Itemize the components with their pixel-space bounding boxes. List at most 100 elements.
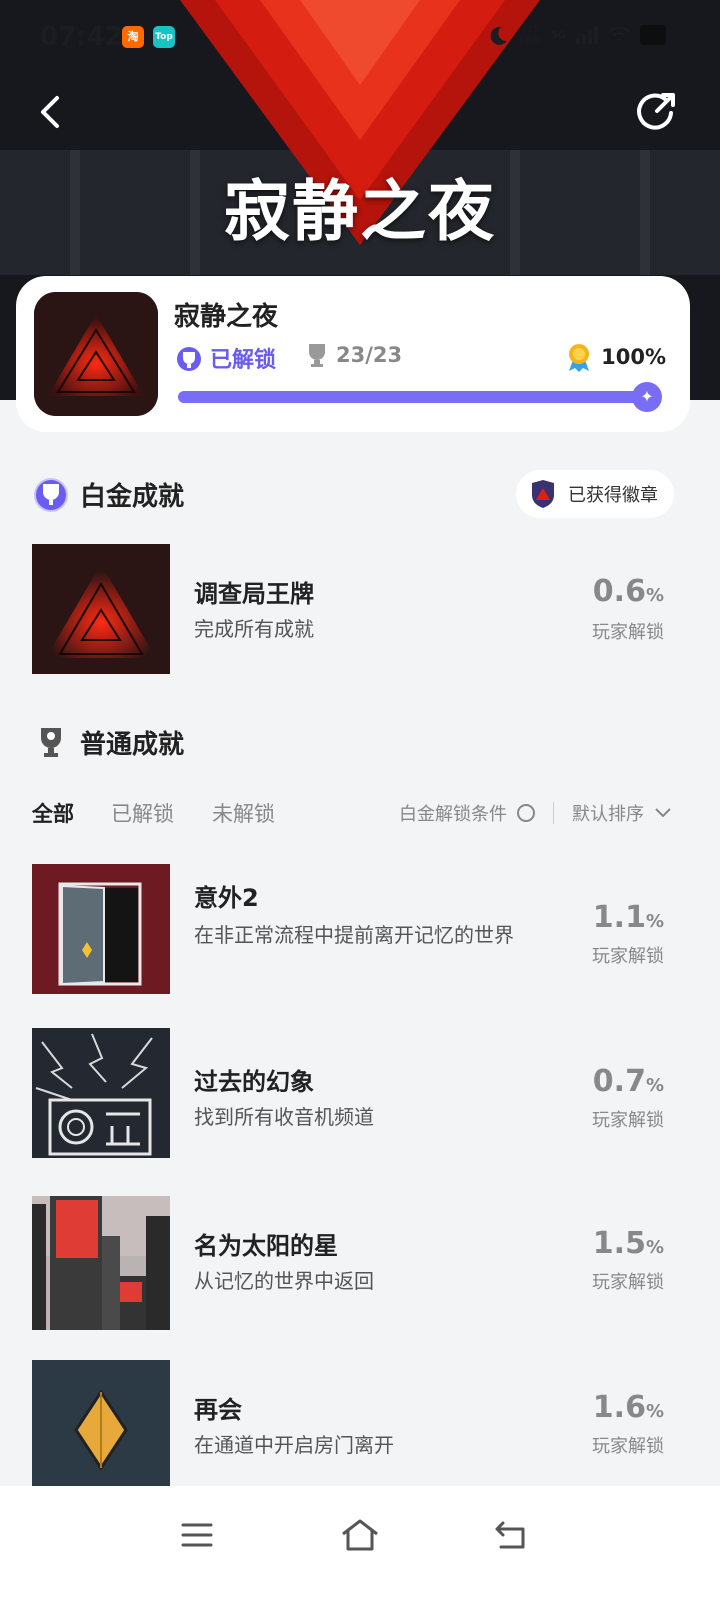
filter-controls: 白金解锁条件 默认排序 (399, 800, 672, 826)
achievement-desc: 找到所有收音机频道 (194, 1105, 374, 1129)
achievement-percent-label: 玩家解锁 (592, 622, 664, 643)
achievement-thumbnail (32, 1028, 170, 1158)
completion-text: 100% (601, 345, 666, 369)
badge-shield-icon (532, 480, 554, 508)
achievement-row[interactable]: 再会 在通道中开启房门离开 1.6% 玩家解锁 (32, 1360, 672, 1486)
achievement-desc: 在非正常流程中提前离开记忆的世界 (194, 923, 514, 947)
achievement-desc: 完成所有成就 (194, 617, 314, 641)
achievement-percent: 1.6% (593, 1390, 664, 1425)
status-bar: 07:42 淘 Top 715 KB/s 5G (0, 18, 720, 58)
signal-icon (576, 26, 598, 44)
trophy-count-text: 23/23 (336, 343, 403, 367)
achievement-title: 再会 (194, 1396, 242, 1424)
tab-locked[interactable]: 未解锁 (212, 798, 275, 828)
status-time: 07:42 (40, 22, 123, 52)
home-icon (342, 1519, 378, 1551)
speed-unit: KB/s (518, 35, 541, 46)
achievement-title: 意外2 (194, 884, 259, 912)
percent-value: 1.1 (592, 900, 646, 935)
home-button[interactable] (335, 1510, 385, 1560)
normal-section-heading: 普通成就 (32, 722, 184, 762)
earned-badge-label: 已获得徽章 (568, 485, 658, 506)
tab-all[interactable]: 全部 (32, 798, 74, 828)
achievement-desc: 从记忆的世界中返回 (194, 1269, 374, 1293)
trophy-icon (41, 728, 61, 757)
platinum-trophy-icon (177, 347, 201, 371)
achievement-percent: 1.5% (593, 1226, 664, 1261)
achievement-desc: 在通道中开启房门离开 (194, 1433, 394, 1457)
percent-unit: % (645, 1075, 664, 1096)
achievement-percent-label: 玩家解锁 (592, 1436, 664, 1457)
city-skyline-icon (32, 1196, 170, 1330)
achievement-percent-label: 玩家解锁 (592, 1110, 664, 1131)
chevron-down-icon[interactable] (654, 807, 672, 819)
percent-unit: % (645, 1401, 664, 1422)
speed-value: 715 (520, 24, 540, 35)
percent-value: 1.5 (592, 1226, 646, 1261)
achievement-row[interactable]: 过去的幻象 找到所有收音机频道 0.7% 玩家解锁 (32, 1028, 672, 1168)
sort-dropdown[interactable]: 默认排序 (572, 800, 644, 826)
percent-unit: % (645, 911, 664, 932)
back-button[interactable] (28, 90, 72, 134)
platinum-condition-label[interactable]: 白金解锁条件 (399, 800, 507, 826)
network-speed: 715 KB/s (519, 24, 541, 46)
achievement-percent-label: 玩家解锁 (592, 946, 664, 967)
achievement-title: 过去的幻象 (194, 1068, 314, 1096)
achievement-row[interactable]: 意外2 在非正常流程中提前离开记忆的世界 1.1% 玩家解锁 (32, 864, 672, 1004)
percent-value: 1.6 (592, 1390, 646, 1425)
menu-icon (181, 1523, 213, 1547)
achievement-title: 名为太阳的星 (194, 1232, 338, 1260)
trophy-icon (309, 344, 325, 367)
achievement-filter-tabs: 全部 已解锁 未解锁 白金解锁条件 默认排序 (32, 798, 672, 834)
platinum-trophy-icon (34, 478, 68, 512)
platinum-section-heading: 白金成就 (32, 474, 184, 514)
share-button[interactable] (634, 90, 678, 134)
achievement-thumbnail (32, 1196, 170, 1330)
game-summary-card: 寂静之夜 已解锁 23/23 100% ✦ (16, 276, 690, 432)
achievement-thumbnail (32, 864, 170, 994)
triangle-logo-icon (32, 544, 170, 674)
wifi-icon (608, 26, 630, 41)
moon-icon (490, 26, 507, 45)
progress-fill (178, 391, 654, 403)
platinum-heading-text: 白金成就 (80, 481, 185, 512)
medal-icon (569, 344, 590, 372)
platinum-achievement-row[interactable]: 调查局王牌 完成所有成就 0.6% 玩家解锁 (32, 544, 672, 676)
diamond-icon (32, 1360, 170, 1486)
share-icon (637, 93, 675, 130)
completion-progress-bar: ✦ (178, 382, 662, 412)
achievement-percent-label: 玩家解锁 (592, 1272, 664, 1293)
menu-button[interactable] (172, 1510, 222, 1560)
game-cover (34, 292, 158, 416)
unlocked-status: 已解锁 (174, 342, 276, 374)
trophy-count: 23/23 (306, 342, 402, 368)
achievement-percent: 0.7% (593, 1064, 664, 1099)
achievement-thumbnail (32, 1360, 170, 1486)
completion-percent: 100% (565, 342, 666, 372)
earned-badge-button[interactable]: 已获得徽章 (516, 470, 674, 518)
unlocked-label: 已解锁 (210, 348, 277, 373)
chevron-left-icon (41, 96, 59, 128)
percent-value: 0.6 (592, 574, 646, 609)
tab-unlocked[interactable]: 已解锁 (111, 798, 174, 828)
door-icon (32, 864, 170, 994)
percent-value: 0.7 (592, 1064, 646, 1099)
game-name: 寂静之夜 (174, 302, 279, 332)
platinum-condition-toggle[interactable] (517, 804, 535, 822)
top-app-icon: Top (153, 26, 175, 48)
triangle-logo-icon (34, 292, 158, 416)
achievement-row[interactable]: 名为太阳的星 从记忆的世界中返回 1.5% 玩家解锁 (32, 1196, 672, 1330)
radio-icon (32, 1028, 170, 1158)
percent-unit: % (645, 585, 664, 606)
divider (553, 802, 554, 824)
achievement-percent: 1.1% (593, 900, 664, 935)
progress-sparkle-icon: ✦ (632, 382, 662, 412)
banner-title: 寂静之夜 (224, 173, 496, 250)
battery-icon (640, 25, 666, 45)
back-nav-button[interactable] (486, 1510, 536, 1560)
achievement-title: 调查局王牌 (194, 580, 314, 608)
normal-heading-text: 普通成就 (80, 729, 185, 760)
taobao-app-icon: 淘 (122, 26, 144, 48)
percent-unit: % (645, 1237, 664, 1258)
achievement-thumbnail (32, 544, 170, 674)
